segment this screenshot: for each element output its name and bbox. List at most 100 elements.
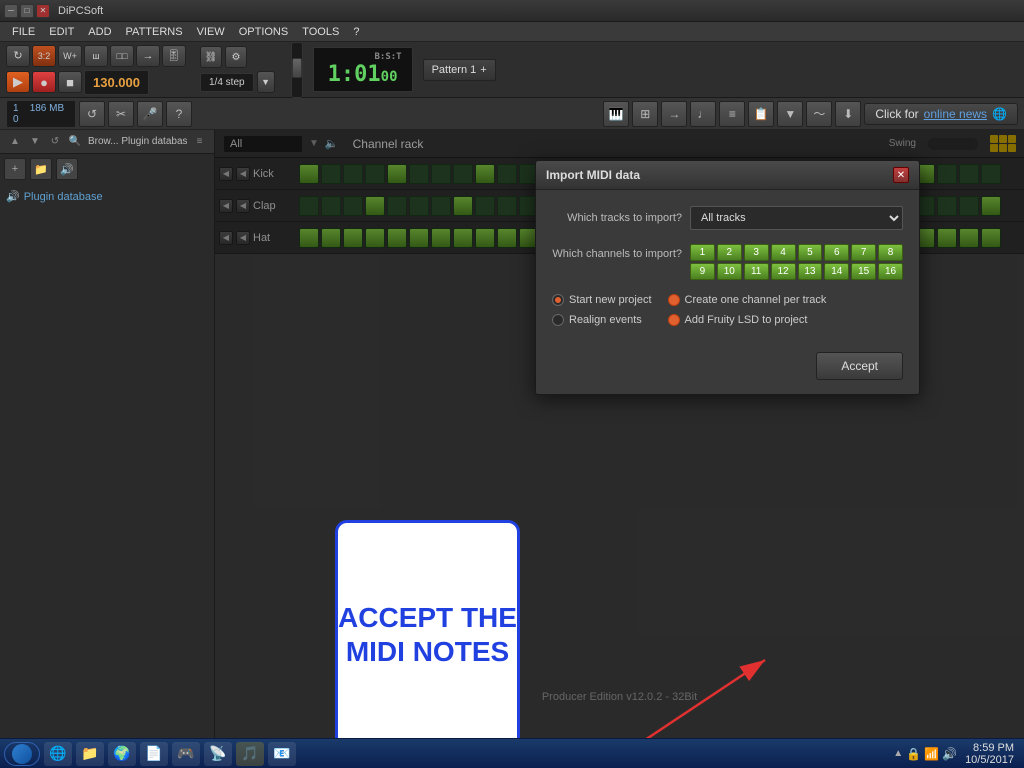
channel-cell-9[interactable]: 9 xyxy=(690,263,715,280)
channel-cell-3[interactable]: 3 xyxy=(744,244,769,261)
tray-icon-2[interactable]: 📶 xyxy=(924,747,939,761)
taskbar-flstudio-icon[interactable]: 🎵 xyxy=(236,742,264,766)
taskbar-chrome-icon[interactable]: 🌍 xyxy=(108,742,136,766)
channels-label: Which channels to import? xyxy=(552,248,682,260)
window-controls[interactable]: ─ □ ✕ xyxy=(4,4,50,18)
channel-cell-11[interactable]: 11 xyxy=(744,263,769,280)
mixer-icon[interactable]: 🎚 xyxy=(162,45,186,67)
accept-button[interactable]: Accept xyxy=(816,352,903,380)
taskbar-ie-icon[interactable]: 🌐 xyxy=(44,742,72,766)
piano-icon[interactable]: 🎹 xyxy=(603,101,629,127)
play-button[interactable]: ▶ xyxy=(6,71,30,93)
step-icon[interactable]: W+ xyxy=(58,45,82,67)
menu-add[interactable]: ADD xyxy=(82,24,117,40)
channel-cell-1[interactable]: 1 xyxy=(690,244,715,261)
channel-cell-7[interactable]: 7 xyxy=(851,244,876,261)
online-news-button[interactable]: Click for online news 🌐 xyxy=(864,103,1018,125)
metronome-icon[interactable]: ш xyxy=(84,45,108,67)
channel-grid: 1 2 3 4 5 6 7 8 9 10 11 xyxy=(690,244,903,280)
window-title: DiPCSoft xyxy=(58,5,103,17)
channel-cell-8[interactable]: 8 xyxy=(878,244,903,261)
menu-file[interactable]: FILE xyxy=(6,24,41,40)
mic-icon[interactable]: 🎤 xyxy=(137,101,163,127)
stop-button[interactable]: ■ xyxy=(58,71,82,93)
channel-cell-16[interactable]: 16 xyxy=(878,263,903,280)
channel-cell-5[interactable]: 5 xyxy=(798,244,823,261)
filter-icon[interactable]: ▼ xyxy=(777,101,803,127)
dialog-body: Which tracks to import? All tracks Which… xyxy=(536,190,919,352)
channel-cell-15[interactable]: 15 xyxy=(851,263,876,280)
question-icon[interactable]: ? xyxy=(166,101,192,127)
menu-edit[interactable]: EDIT xyxy=(43,24,80,40)
tray-icon-1[interactable]: 🔒 xyxy=(906,747,921,761)
create-one-radio[interactable]: Create one channel per track xyxy=(668,294,827,306)
volume-icon[interactable]: 🔊 xyxy=(942,747,957,761)
title-bar: ─ □ ✕ DiPCSoft xyxy=(0,0,1024,22)
annotation-box: ACCEPT THE MIDI NOTES xyxy=(335,520,520,738)
step-down-icon[interactable]: ▼ xyxy=(257,71,275,93)
wave-icon[interactable]: 〜 xyxy=(806,101,832,127)
notes-icon[interactable]: ♩ xyxy=(690,101,716,127)
maximize-button[interactable]: □ xyxy=(20,4,34,18)
channel-cell-10[interactable]: 10 xyxy=(717,263,742,280)
producer-edition-text: Producer Edition v12.0.2 - 32Bit xyxy=(542,691,697,703)
menu-help[interactable]: ? xyxy=(347,24,365,40)
sidebar-add-btn[interactable]: + xyxy=(4,158,26,180)
sidebar-menu-btn[interactable]: ≡ xyxy=(191,133,208,151)
taskbar-torrent-icon[interactable]: 📡 xyxy=(204,742,232,766)
dialog-close-button[interactable]: ✕ xyxy=(893,167,909,183)
arrow-right-icon[interactable]: → xyxy=(661,101,687,127)
next-icon[interactable]: → xyxy=(136,45,160,67)
minimize-button[interactable]: ─ xyxy=(4,4,18,18)
taskbar-app5-icon[interactable]: 🎮 xyxy=(172,742,200,766)
channel-cell-14[interactable]: 14 xyxy=(824,263,849,280)
taskbar-folder-icon[interactable]: 📁 xyxy=(76,742,104,766)
dialog-footer: Accept xyxy=(536,352,919,394)
download-icon[interactable]: ⬇ xyxy=(835,101,861,127)
sample-icon[interactable]: 📋 xyxy=(748,101,774,127)
plugin-database-item[interactable]: 🔊 Plugin database xyxy=(0,184,214,209)
tracks-select[interactable]: All tracks xyxy=(690,206,903,230)
loop-icon[interactable]: ↻ xyxy=(6,45,30,67)
grid-icon[interactable]: ⊞ xyxy=(632,101,658,127)
taskbar-app8-icon[interactable]: 📧 xyxy=(268,742,296,766)
channel-cell-2[interactable]: 2 xyxy=(717,244,742,261)
sidebar-search-btn[interactable]: 🔍 xyxy=(66,133,84,151)
scissors-icon[interactable]: ✂ xyxy=(108,101,134,127)
menu-patterns[interactable]: PATTERNS xyxy=(120,24,189,40)
menu-options[interactable]: OPTIONS xyxy=(233,24,295,40)
sidebar-speaker-btn[interactable]: 🔊 xyxy=(56,158,78,180)
master-pitch-slider[interactable] xyxy=(291,42,303,98)
record-count-icon[interactable]: 3:2 xyxy=(32,45,56,67)
sidebar-down-btn[interactable]: ▼ xyxy=(26,133,44,151)
start-new-radio[interactable]: Start new project xyxy=(552,294,652,306)
channel-cell-6[interactable]: 6 xyxy=(824,244,849,261)
channel-cell-4[interactable]: 4 xyxy=(771,244,796,261)
step-display[interactable]: 1/4 step xyxy=(200,73,254,92)
close-button[interactable]: ✕ xyxy=(36,4,50,18)
toolbar-row: 1 186 MB 0 ↺ ✂ 🎤 ? 🎹 ⊞ → ♩ ≡ 📋 ▼ 〜 ⬇ Cli… xyxy=(0,98,1024,130)
sidebar-folder-btn[interactable]: 📁 xyxy=(30,158,52,180)
channel-cell-13[interactable]: 13 xyxy=(798,263,823,280)
link-icon[interactable]: ⛓ xyxy=(200,46,222,68)
cpu-icon[interactable]: □□ xyxy=(110,45,134,67)
windows-logo-icon xyxy=(12,744,32,764)
main-layout: ▲ ▼ ↺ 🔍 Brow... Plugin database ≡ + 📁 🔊 … xyxy=(0,130,1024,738)
refresh-icon[interactable]: ↺ xyxy=(79,101,105,127)
add-fruity-radio[interactable]: Add Fruity LSD to project xyxy=(668,314,827,326)
taskbar-pdf-icon[interactable]: 📄 xyxy=(140,742,168,766)
menu-view[interactable]: VIEW xyxy=(191,24,231,40)
tray-arrow-icon[interactable]: ▲ xyxy=(893,748,903,759)
sidebar-back-btn[interactable]: ↺ xyxy=(46,133,64,151)
record-button[interactable]: ● xyxy=(32,71,56,93)
start-button[interactable] xyxy=(4,742,40,766)
settings-icon[interactable]: ⚙ xyxy=(225,46,247,68)
clock-time: 8:59 PM xyxy=(965,742,1014,754)
channel-cell-12[interactable]: 12 xyxy=(771,263,796,280)
sidebar-up-btn[interactable]: ▲ xyxy=(6,133,24,151)
menu-tools[interactable]: TOOLS xyxy=(296,24,345,40)
bpm-display[interactable]: 130.000 xyxy=(84,70,149,95)
realign-radio[interactable]: Realign events xyxy=(552,314,652,326)
channel-icon[interactable]: ≡ xyxy=(719,101,745,127)
pattern-selector[interactable]: Pattern 1 + xyxy=(423,59,496,81)
